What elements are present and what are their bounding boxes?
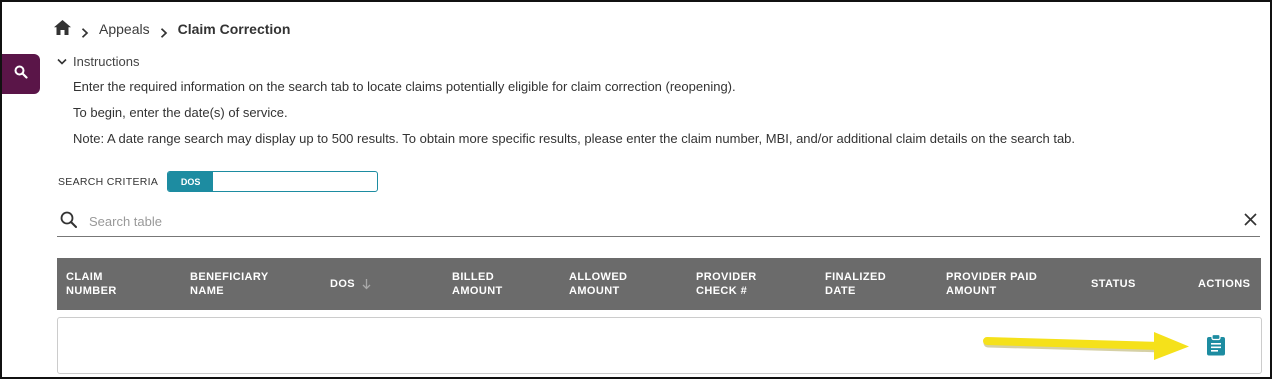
app-frame: Appeals Claim Correction Instructions En…	[0, 0, 1272, 379]
criteria-option-dos[interactable]: DOS	[168, 172, 214, 191]
column-beneficiary-name[interactable]: BENEFICIARY NAME	[190, 258, 269, 310]
breadcrumb-appeals[interactable]: Appeals	[99, 21, 150, 37]
close-icon[interactable]	[1244, 212, 1257, 231]
instructions-label: Instructions	[73, 54, 140, 69]
column-provider-paid-amount[interactable]: PROVIDER PAID AMOUNT	[946, 258, 1037, 310]
annotation-arrow	[983, 332, 1189, 360]
chevron-right-icon	[81, 25, 89, 38]
search-icon	[60, 211, 77, 233]
table-header: CLAIM NUMBER BENEFICIARY NAME DOS BILLED AM…	[57, 258, 1261, 310]
home-icon[interactable]	[54, 20, 71, 38]
instructions-panel: Instructions Enter the required informat…	[57, 54, 1075, 152]
search-criteria-toggle[interactable]: DOS	[167, 171, 379, 192]
instructions-toggle[interactable]: Instructions	[57, 54, 1075, 69]
column-billed-amount[interactable]: BILLED AMOUNT	[452, 258, 503, 310]
search-icon	[14, 65, 28, 84]
side-search-tab[interactable]	[2, 54, 40, 94]
column-status[interactable]: STATUS	[1091, 258, 1136, 310]
search-criteria: SEARCH CRITERIA DOS	[58, 171, 379, 192]
column-dos[interactable]: DOS	[330, 258, 371, 310]
instruction-line: Enter the required information on the se…	[73, 79, 736, 94]
breadcrumb: Appeals Claim Correction	[54, 20, 290, 38]
clipboard-icon[interactable]	[1206, 333, 1226, 361]
search-criteria-label: SEARCH CRITERIA	[58, 175, 159, 188]
column-claim-number[interactable]: CLAIM NUMBER	[66, 258, 117, 310]
chevron-right-icon	[160, 25, 168, 38]
sort-arrow-down-icon	[362, 278, 371, 290]
table-search	[57, 207, 1260, 237]
column-finalized-date[interactable]: FINALIZED DATE	[825, 258, 886, 310]
chevron-down-icon	[57, 54, 67, 69]
instruction-line: Note: A date range search may display up…	[73, 131, 1076, 146]
table-search-input[interactable]	[87, 213, 1244, 230]
instructions-body: Enter the required information on the se…	[73, 74, 1075, 152]
instruction-line: To begin, enter the date(s) of service.	[73, 105, 288, 120]
column-actions: ACTIONS	[1198, 278, 1251, 290]
column-provider-check[interactable]: PROVIDER CHECK #	[696, 258, 757, 310]
column-allowed-amount[interactable]: ALLOWED AMOUNT	[569, 258, 627, 310]
breadcrumb-claim-correction: Claim Correction	[177, 21, 291, 37]
